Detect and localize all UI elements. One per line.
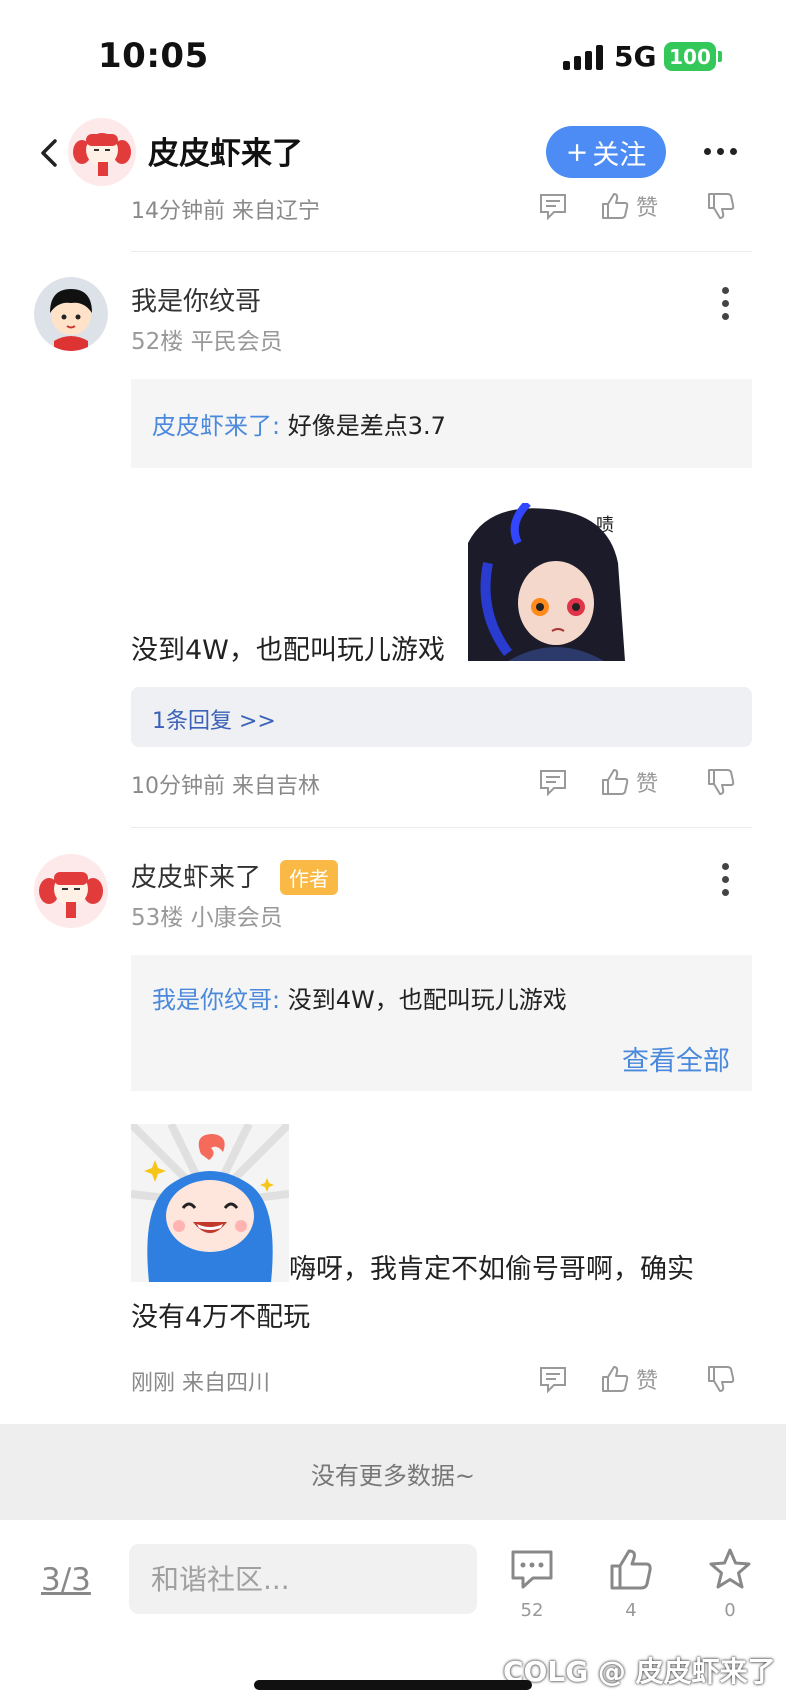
divider [131, 251, 752, 252]
star-icon [709, 1548, 751, 1589]
quote-box[interactable]: 皮皮虾来了: 好像是差点3.7 [131, 379, 752, 468]
username[interactable]: 我是你纹哥 [131, 281, 261, 318]
replies-link[interactable]: 1条回复 >> [131, 687, 752, 747]
follow-button[interactable]: + 关注 [546, 126, 666, 178]
sticker-text: 啧 [596, 515, 614, 536]
signal-icon [563, 44, 603, 70]
thumbs-down-icon[interactable] [706, 191, 736, 221]
comments-button[interactable]: 52 [502, 1546, 562, 1621]
avatar[interactable] [34, 854, 108, 928]
like-label: 赞 [636, 196, 659, 221]
quote-text: 我是你纹哥: 没到4W，也配叫玩儿游戏 [152, 980, 567, 1015]
floor-info: 53楼 小康会员 [131, 905, 283, 931]
back-icon[interactable] [32, 136, 66, 170]
more-icon[interactable] [704, 138, 737, 164]
page-indicator[interactable]: 3/3 [41, 1562, 91, 1598]
like-button[interactable]: 赞 [600, 190, 658, 222]
quote-author[interactable]: 皮皮虾来了: [152, 412, 280, 440]
quote-content: 没到4W，也配叫玩儿游戏 [287, 986, 567, 1014]
status-time: 10:05 [98, 36, 209, 76]
battery-icon: 100 [664, 42, 716, 71]
quote-content: 好像是差点3.7 [287, 412, 446, 440]
post-meta: 刚刚 来自四川 [131, 1371, 270, 1396]
battery-tip [718, 51, 722, 62]
sticker-image[interactable] [131, 1124, 289, 1282]
sticker-image[interactable]: 啧 [468, 503, 625, 661]
like-label: 赞 [636, 772, 659, 797]
bottom-bar: 3/3 52 4 0 COLG @ 皮皮虾来了 [0, 1520, 786, 1704]
comment-input[interactable] [151, 1544, 451, 1614]
post-actions: 赞 [538, 1363, 736, 1395]
quote-author[interactable]: 我是你纹哥: [152, 986, 280, 1014]
thumbs-up-icon [602, 769, 629, 795]
like-button[interactable]: 赞 [600, 1363, 658, 1395]
network-label: 5G [614, 40, 657, 73]
favorite-button[interactable]: 0 [700, 1546, 760, 1621]
comment-icon[interactable] [538, 1364, 568, 1394]
no-more-label: 没有更多数据~ [310, 1462, 476, 1490]
favorite-count: 0 [724, 1600, 736, 1621]
post-actions: 赞 [538, 190, 736, 222]
status-bar: 10:05 5G 100 [0, 0, 786, 110]
post-body-line2: 没有4万不配玩 [131, 1302, 311, 1333]
quote-text: 皮皮虾来了: 好像是差点3.7 [152, 406, 446, 441]
post-meta: 10分钟前 来自吉林 [131, 774, 320, 799]
comment-count: 52 [520, 1600, 544, 1621]
thumbs-down-icon[interactable] [706, 767, 736, 797]
post-actions: 赞 [538, 766, 736, 798]
like-label: 赞 [636, 1369, 659, 1394]
quote-box[interactable]: 我是你纹哥: 没到4W，也配叫玩儿游戏 查看全部 [131, 955, 752, 1091]
thumbs-down-icon[interactable] [706, 1364, 736, 1394]
author-badge: 作者 [280, 860, 338, 895]
replies-link-label: 1条回复 >> [152, 709, 276, 734]
comment-input-box[interactable] [129, 1544, 477, 1614]
comment-icon[interactable] [538, 767, 568, 797]
top-nav: 皮皮虾来了 + 关注 [0, 110, 786, 198]
comment-icon[interactable] [538, 191, 568, 221]
no-more-data: 没有更多数据~ [0, 1424, 786, 1520]
post-body: 没到4W，也配叫玩儿游戏 [131, 635, 445, 666]
like-count: 4 [625, 1600, 637, 1621]
follow-label: 关注 [592, 139, 647, 171]
floor-info: 52楼 平民会员 [131, 329, 283, 355]
thumbs-up-icon [602, 1366, 629, 1392]
avatar[interactable] [34, 277, 108, 351]
thumbs-up-icon [602, 193, 629, 219]
author-avatar[interactable] [68, 118, 136, 186]
username[interactable]: 皮皮虾来了 [131, 857, 261, 894]
more-icon[interactable] [722, 863, 730, 896]
thumbs-up-icon [610, 1549, 652, 1590]
comment-icon [511, 1550, 553, 1589]
watermark: COLG @ 皮皮虾来了 [503, 1655, 776, 1688]
divider [131, 827, 752, 828]
plus-icon: + [565, 136, 589, 168]
post-meta: 14分钟前 来自辽宁 [131, 199, 320, 224]
like-button[interactable]: 赞 [600, 766, 658, 798]
home-indicator[interactable] [254, 1680, 532, 1690]
post-body-line1: 嗨呀，我肯定不如偷号哥啊，确实 [289, 1254, 694, 1285]
more-icon[interactable] [722, 287, 730, 320]
page-title: 皮皮虾来了 [148, 136, 303, 172]
like-post-button[interactable]: 4 [601, 1546, 661, 1621]
see-all-link[interactable]: 查看全部 [622, 1039, 730, 1078]
